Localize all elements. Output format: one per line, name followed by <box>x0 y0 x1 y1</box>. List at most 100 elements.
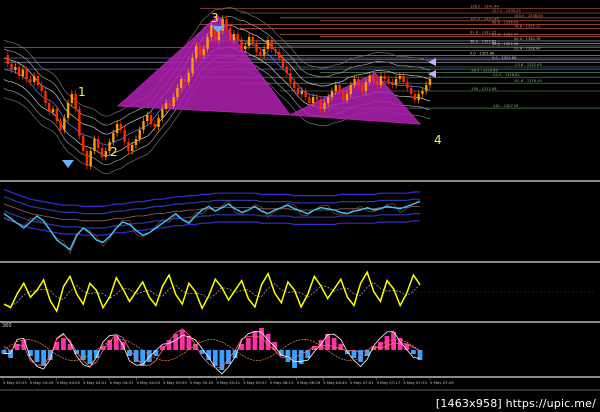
histogram-bar <box>87 350 93 364</box>
candle-body <box>417 94 420 100</box>
candle-body <box>387 79 390 82</box>
fib-level-label: 38.2 - 1329.36 <box>492 42 519 46</box>
axis-tick-label: 5 May 06:29 <box>297 380 321 385</box>
candle-body <box>289 73 292 82</box>
axis-tick-label: 5 May 04:37 <box>110 380 134 385</box>
candle-body <box>364 82 368 91</box>
fib-level-label: -50.0 - 1318.81 <box>492 73 520 77</box>
candle-body <box>421 91 424 94</box>
candle-body <box>236 34 239 40</box>
candle-body <box>25 70 28 79</box>
candle-body <box>32 76 36 82</box>
candle-body <box>228 28 232 40</box>
candle-body <box>179 79 183 88</box>
candle-body <box>274 49 277 52</box>
candle-body <box>198 46 202 55</box>
candle-body <box>172 97 175 106</box>
candle-body <box>334 85 337 91</box>
candle-body <box>206 37 209 49</box>
candle-body <box>300 91 304 94</box>
candle-body <box>74 94 77 109</box>
candle-body <box>342 91 345 100</box>
fib-level-label: 23.6 - 1328.40 <box>514 47 541 51</box>
candle-body <box>315 97 319 100</box>
candle-body <box>383 76 386 79</box>
axis-tick-label: 5 May 04:21 <box>83 380 107 385</box>
pattern-point-label: 3 <box>211 11 219 25</box>
candle-body <box>259 52 262 55</box>
candle-body <box>357 79 360 85</box>
candle-body <box>168 103 172 106</box>
histogram-bar <box>245 338 251 350</box>
candle-body <box>372 76 375 82</box>
candle-body <box>36 76 40 85</box>
candle-body <box>293 82 296 88</box>
chart-canvas: 138.2 - 1341.44127.2 - 1339.25100.0 - 13… <box>0 5 600 391</box>
histogram-bar <box>331 338 337 350</box>
axis-tick-label: 5 May 05:09 <box>163 380 187 385</box>
candle-body <box>244 46 247 49</box>
histogram-line <box>3 339 421 361</box>
axis-tick-label: 5 May 05:25 <box>190 380 214 385</box>
candle-body <box>376 82 379 85</box>
candle-body <box>409 88 413 94</box>
candle-body <box>142 121 145 130</box>
candle-body <box>406 82 409 88</box>
candle-body <box>97 139 100 148</box>
candle-body <box>6 55 9 64</box>
fib-level-label: 100.0 - 1338.04 <box>514 14 543 18</box>
candle-body <box>93 139 96 151</box>
candle-body <box>66 103 70 118</box>
cyan-indicator-panel <box>3 189 421 255</box>
candle-body <box>161 109 164 118</box>
candle-body <box>104 151 107 157</box>
candle-body <box>349 85 353 94</box>
axis-tick-label: 5 May 04:53 <box>136 380 160 385</box>
axis-tick-label: 5 May 03:49 <box>30 380 54 385</box>
candle-body <box>44 91 47 103</box>
indicator-main <box>3 270 421 313</box>
candle-body <box>138 130 141 139</box>
candle-body <box>304 91 307 97</box>
candle-body <box>266 40 270 49</box>
candle-body <box>394 79 398 85</box>
candle-body <box>327 97 330 103</box>
harmonic-pattern <box>116 15 422 125</box>
candle-body <box>17 67 21 76</box>
candle-body <box>296 88 300 94</box>
histogram-bar <box>292 350 297 368</box>
candle-body <box>232 34 236 40</box>
axis-tick-label: 5 May 06:13 <box>270 380 294 385</box>
candle-body <box>81 136 85 151</box>
candle-body <box>112 133 115 142</box>
pattern-point-label: 2 <box>110 145 118 159</box>
histogram-bar <box>34 350 40 362</box>
candle-body <box>319 100 322 109</box>
candle-body <box>130 145 134 151</box>
histogram-bar <box>298 350 304 364</box>
candle-body <box>78 109 81 136</box>
candle-body <box>270 40 273 49</box>
axis-tick-label: 5 May 06:45 <box>323 380 347 385</box>
histogram-bar <box>41 350 47 366</box>
candle-body <box>402 76 405 82</box>
fib-level-label: -100 - 1312.68 <box>470 87 497 91</box>
candle-body <box>157 118 160 127</box>
candle-body <box>134 139 138 145</box>
fib-level-label: 78.6 - 1335.11 <box>514 24 540 28</box>
histogram-bar <box>377 342 383 350</box>
candle-body <box>391 82 394 85</box>
candle-body <box>398 76 402 79</box>
candle-body <box>210 25 213 37</box>
axis-tick-label: 5 May 05:41 <box>217 380 241 385</box>
candle-body <box>70 94 74 103</box>
candle-body <box>48 103 51 112</box>
fib-level-label: 127.2 - 1339.25 <box>492 9 521 13</box>
candle-body <box>89 151 92 166</box>
axis-tick-label: 5 May 07:17 <box>377 380 401 385</box>
candle-body <box>59 121 62 130</box>
fib-level-label: -23.6 - 1322.65 <box>514 63 542 67</box>
histogram-bar <box>179 330 185 350</box>
axis-tick-label: 5 May 05:57 <box>243 380 267 385</box>
histogram-panel: 360 <box>1 323 423 375</box>
